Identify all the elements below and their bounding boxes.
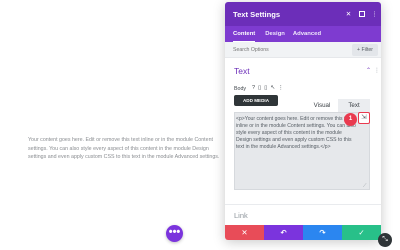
add-media-button[interactable]: ADD MEDIA <box>234 95 278 106</box>
tab-design[interactable]: Design <box>265 26 293 42</box>
expand-editor-button[interactable]: ⇲ <box>358 112 370 124</box>
search-row: + Filter <box>225 42 381 58</box>
resize-handle-icon[interactable]: ⤡ <box>378 233 392 247</box>
modal-tabs: Content Design Advanced <box>225 26 381 42</box>
section-title-link[interactable]: Link <box>234 211 248 220</box>
editor-content[interactable]: <p>Your content goes here. Edit or remov… <box>236 116 356 151</box>
dots-icon[interactable]: ⋮ <box>368 10 381 18</box>
redo-button[interactable]: ↷ <box>303 225 342 240</box>
section-title-text[interactable]: Text <box>234 66 250 76</box>
text-tab[interactable]: Text <box>338 99 370 112</box>
tablet-icon[interactable]: ▯ <box>264 85 267 91</box>
section-menu-icon[interactable]: ⋮ <box>374 67 380 74</box>
cancel-button[interactable]: ✕ <box>225 225 264 240</box>
text-settings-modal: Text Settings ✕ ⋮ Content Design Advance… <box>225 2 381 240</box>
resize-grip-icon[interactable]: ⟋ <box>363 183 367 189</box>
help-icon[interactable]: ? <box>252 85 255 91</box>
modal-header: Text Settings ✕ ⋮ <box>225 2 381 26</box>
field-menu-icon[interactable]: ⋮ <box>278 85 284 91</box>
close-icon[interactable]: ✕ <box>342 10 355 18</box>
save-button[interactable]: ✓ <box>342 225 381 240</box>
cursor-icon[interactable]: ↖ <box>270 85 275 91</box>
chevron-up-icon[interactable]: ⌃ <box>366 67 371 74</box>
field-icons: ? ▯ ▯ ↖ ⋮ <box>252 85 284 91</box>
tab-content[interactable]: Content <box>233 26 256 42</box>
modal-title: Text Settings <box>233 9 281 19</box>
mobile-icon[interactable]: ▯ <box>258 85 261 91</box>
visual-tab[interactable]: Visual <box>306 99 338 112</box>
step-badge: 1 <box>344 113 357 126</box>
more-options-button[interactable]: ••• <box>166 225 183 242</box>
body-field-label: Body <box>234 86 247 92</box>
snap-icon[interactable] <box>358 11 365 17</box>
tab-advanced[interactable]: Advanced <box>293 26 329 42</box>
page-body-text: Your content goes here. Edit or remove t… <box>28 137 220 161</box>
search-options-input[interactable] <box>233 46 352 53</box>
modal-footer: ✕ ↶ ↷ ✓ <box>225 225 381 240</box>
filter-button[interactable]: + Filter <box>352 43 378 56</box>
section-divider <box>225 204 381 205</box>
undo-button[interactable]: ↶ <box>264 225 303 240</box>
